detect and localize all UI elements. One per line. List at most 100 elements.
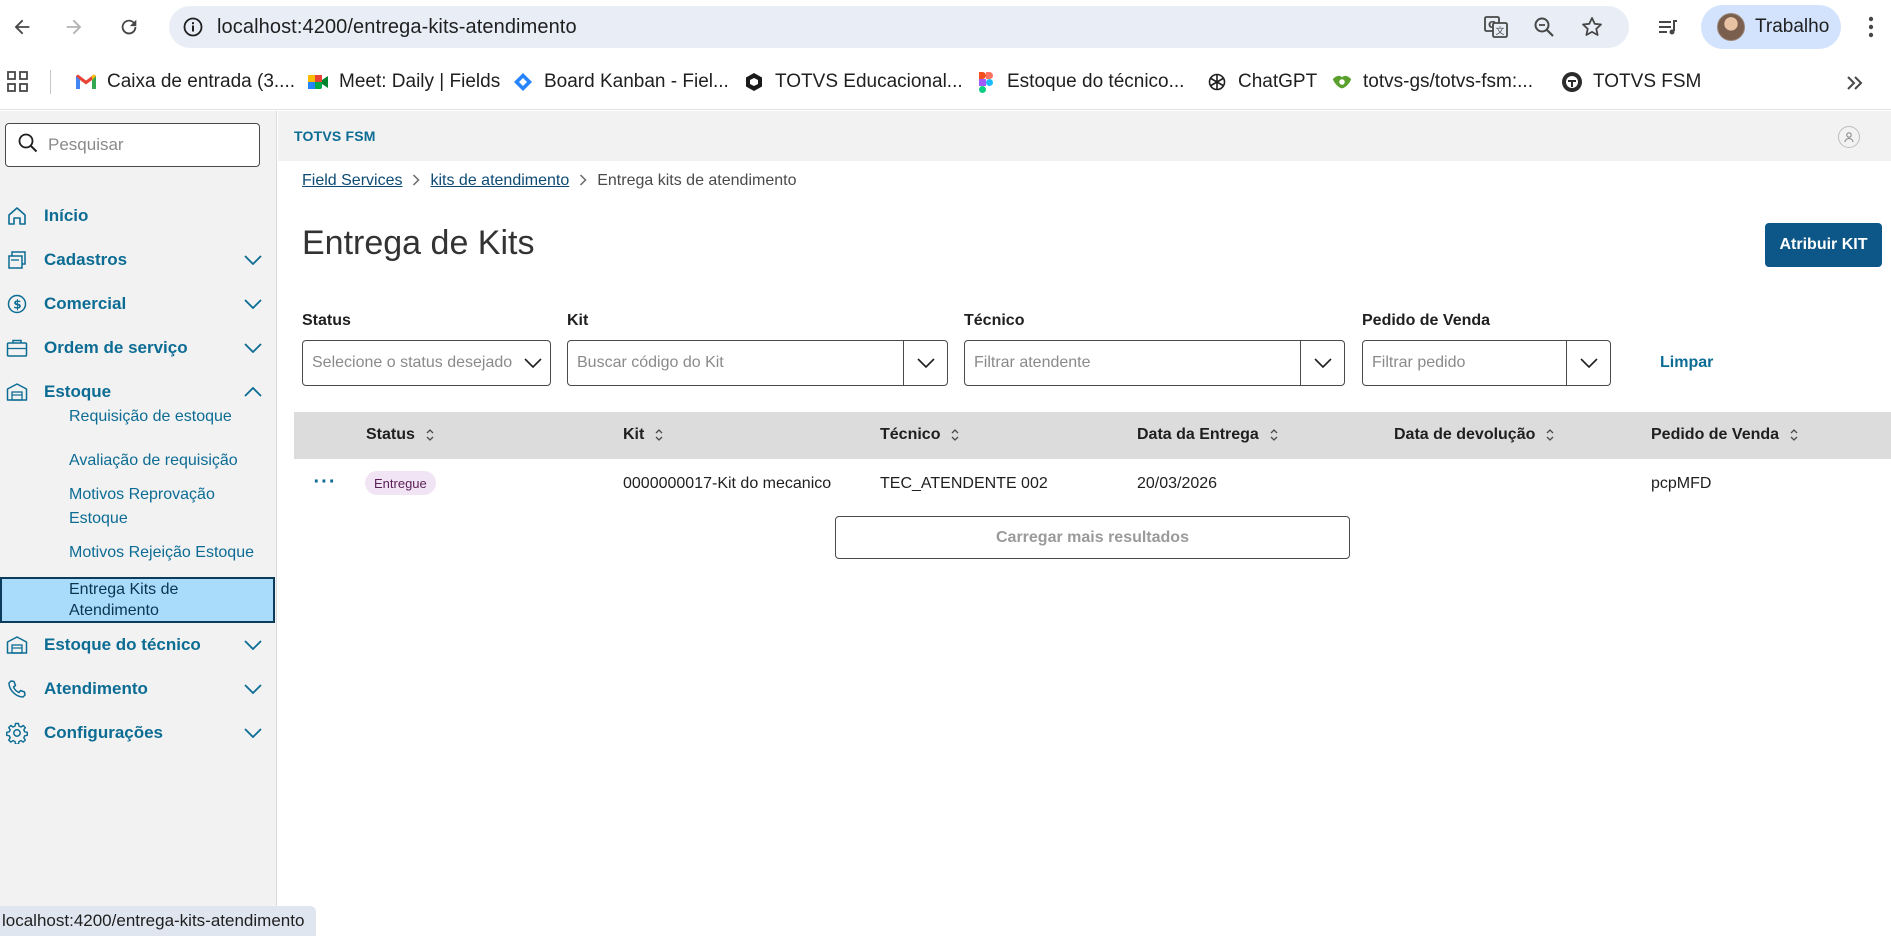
chevron-down-icon[interactable] <box>1300 341 1344 385</box>
sidebar-item-label: Comercial <box>44 294 127 313</box>
sidebar-item-estoque-tecnico[interactable]: Estoque do técnico <box>0 625 277 665</box>
sort-icon <box>950 428 960 442</box>
status-select[interactable]: Selecione o status desejado <box>302 340 551 386</box>
profile-button[interactable]: Trabalho <box>1701 5 1841 49</box>
chevron-down-icon <box>241 640 265 650</box>
sidebar-subitem-motivos-reprovacao[interactable]: Motivos Reprovação Estoque <box>69 483 239 531</box>
briefcase-icon <box>2 338 32 358</box>
bookmark-totvs-educacional[interactable]: TOTVS Educacional... <box>743 67 963 97</box>
sidebar-item-label: Atendimento <box>44 679 148 698</box>
user-icon[interactable] <box>1838 126 1860 148</box>
chevron-down-icon[interactable] <box>1566 341 1610 385</box>
sort-icon <box>1269 428 1279 442</box>
chevron-down-icon <box>241 343 265 353</box>
address-url[interactable]: localhost:4200/entrega-kits-atendimento <box>217 16 577 39</box>
chevron-down-icon <box>241 728 265 738</box>
sidebar-subitem-avaliacao-requisicao[interactable]: Avaliação de requisição <box>69 449 269 473</box>
sidebar-subitem-entrega-kits[interactable]: Entrega Kits de Atendimento <box>0 577 275 623</box>
sidebar-item-ordem-servico[interactable]: Ordem de serviço <box>0 328 277 368</box>
back-icon[interactable] <box>4 9 40 45</box>
reload-icon[interactable] <box>111 9 147 45</box>
bookmark-totvs-fsm[interactable]: TOTVS FSM <box>1561 67 1701 97</box>
status-badge: Entregue <box>365 471 436 495</box>
breadcrumb-kits-atendimento[interactable]: kits de atendimento <box>430 172 569 190</box>
sort-icon <box>1545 428 1555 442</box>
sidebar-item-configuracoes[interactable]: Configurações <box>0 713 277 753</box>
breadcrumb-field-services[interactable]: Field Services <box>302 172 402 190</box>
bookmark-meet[interactable]: Meet: Daily | Fields <box>307 67 500 97</box>
tecnico-search-input[interactable]: Filtrar atendente <box>965 354 1300 372</box>
sidebar-subitem-motivos-rejeicao[interactable]: Motivos Rejeição Estoque <box>69 541 269 565</box>
sidebar-item-label: Configurações <box>44 723 164 742</box>
forward-icon[interactable] <box>56 9 92 45</box>
sidebar-item-inicio[interactable]: Início <box>0 196 277 236</box>
status-bar-url: localhost:4200/entrega-kits-atendimento <box>0 906 317 936</box>
column-header-data-entrega[interactable]: Data da Entrega <box>1137 426 1279 444</box>
bookmark-star-icon[interactable] <box>1574 9 1610 45</box>
tecnico-combobox[interactable]: Filtrar atendente <box>964 340 1345 386</box>
address-bar[interactable]: localhost:4200/entrega-kits-atendimento <box>169 6 1629 48</box>
svg-text:文: 文 <box>1496 25 1505 37</box>
zoom-icon[interactable] <box>1526 9 1562 45</box>
svg-text:$: $ <box>13 298 21 312</box>
cell-pedido-venda: pcpMFD <box>1651 475 1712 492</box>
cell-data-entrega: 20/03/2026 <box>1137 475 1218 492</box>
bookmarks-bar: Caixa de entrada (3.... Meet: Daily | Fi… <box>0 54 1891 110</box>
chevron-down-icon[interactable] <box>903 341 947 385</box>
column-header-tecnico[interactable]: Técnico <box>880 426 960 444</box>
column-header-data-devolucao[interactable]: Data de devolução <box>1394 426 1555 444</box>
warehouse-icon <box>2 382 32 402</box>
atribuir-kit-button[interactable]: Atribuir KIT <box>1765 223 1882 267</box>
site-info-icon[interactable] <box>169 6 217 48</box>
sidebar-search[interactable] <box>5 123 260 167</box>
chatgpt-icon <box>1206 71 1228 93</box>
sidebar-item-label: Estoque <box>44 382 112 401</box>
bookmark-gmail[interactable]: Caixa de entrada (3.... <box>75 67 295 97</box>
bookmark-board-kanban[interactable]: Board Kanban - Fiel... <box>512 67 729 97</box>
app-title: TOTVS FSM <box>294 128 376 144</box>
pedido-search-input[interactable]: Filtrar pedido <box>1363 354 1566 372</box>
row-actions-button[interactable]: ··· <box>310 467 340 497</box>
column-header-pedido-venda[interactable]: Pedido de Venda <box>1651 426 1799 444</box>
totvs-fsm-icon <box>1561 71 1583 93</box>
sidebar-item-atendimento[interactable]: Atendimento <box>0 669 277 709</box>
bookmark-chatgpt[interactable]: ChatGPT <box>1206 67 1317 97</box>
pedido-combobox[interactable]: Filtrar pedido <box>1362 340 1611 386</box>
chevron-up-icon <box>241 387 265 397</box>
sidebar: Início Cadastros $ Comercial Ordem de se… <box>0 111 277 936</box>
app-header: TOTVS FSM <box>278 111 1891 161</box>
gitlab-icon <box>1331 71 1353 93</box>
home-icon <box>2 206 32 226</box>
bookmark-estoque-tecnico[interactable]: Estoque do técnico... <box>975 67 1184 97</box>
apps-grid-icon[interactable] <box>6 70 30 94</box>
browser-toolbar: localhost:4200/entrega-kits-atendimento … <box>0 0 1891 54</box>
page-title: Entrega de Kits <box>302 224 535 262</box>
gear-icon <box>2 722 32 744</box>
sidebar-item-comercial[interactable]: $ Comercial <box>0 284 277 324</box>
more-bookmarks-icon[interactable] <box>1840 68 1870 98</box>
column-header-status[interactable]: Status <box>366 426 435 444</box>
load-more-button[interactable]: Carregar mais resultados <box>835 516 1350 559</box>
breadcrumb: Field Services kits de atendimento Entre… <box>302 172 796 190</box>
sidebar-item-cadastros[interactable]: Cadastros <box>0 240 277 280</box>
status-filter-label: Status <box>302 312 351 329</box>
column-header-kit[interactable]: Kit <box>623 426 664 444</box>
bookmarks-divider <box>50 70 51 94</box>
chevron-right-icon <box>579 173 587 189</box>
sidebar-subitem-requisicao-estoque[interactable]: Requisição de estoque <box>69 405 269 429</box>
bookmark-totvs-gs[interactable]: totvs-gs/totvs-fsm:... <box>1331 67 1533 97</box>
cell-kit: 0000000017-Kit do mecanico <box>623 475 832 492</box>
media-queue-icon[interactable] <box>1650 9 1686 45</box>
chevron-down-icon <box>241 255 265 265</box>
kit-search-input[interactable]: Buscar código do Kit <box>568 354 903 372</box>
warehouse-icon <box>2 635 32 655</box>
clear-filters-button[interactable]: Limpar <box>1660 354 1713 372</box>
jira-icon <box>512 71 534 93</box>
phone-icon <box>2 679 32 699</box>
search-input[interactable] <box>48 135 238 155</box>
translate-icon[interactable]: G文 <box>1478 9 1514 45</box>
status-select-placeholder: Selecione o status desejado <box>312 354 513 371</box>
kit-combobox[interactable]: Buscar código do Kit <box>567 340 948 386</box>
browser-menu-icon[interactable] <box>1856 9 1886 45</box>
avatar <box>1717 13 1745 41</box>
